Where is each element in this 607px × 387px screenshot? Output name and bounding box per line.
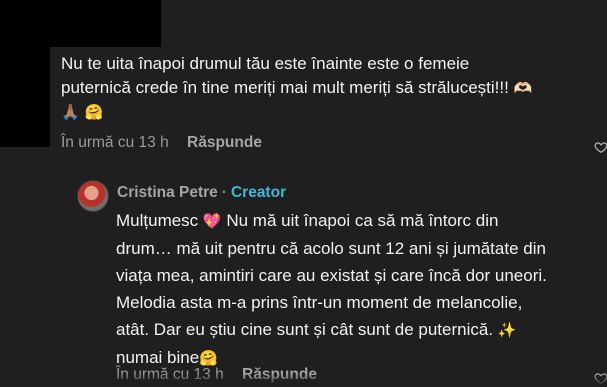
comment-reply-button[interactable]: Răspunde (187, 134, 262, 151)
comment-text: Nu te uita înapoi drumul tău este înaint… (61, 52, 541, 124)
comment-timestamp: În urmă cu 13 h (61, 134, 169, 151)
reply-body-part3: numai bine (116, 348, 200, 367)
avatar[interactable] (77, 180, 109, 212)
heart-emoji: 💖 (202, 212, 222, 230)
comment-meta: În urmă cu 13 h Răspunde (61, 134, 262, 152)
bottom-fade (0, 373, 607, 387)
comment-body: Nu te uita înapoi drumul tău este înaint… (61, 54, 509, 97)
redacted-avatar-area (0, 47, 50, 147)
reply-author-line: Cristina Petre · Creator (117, 184, 286, 202)
reply-text: Mulțumesc 💖 Nu mă uit înapoi ca să mă în… (116, 207, 556, 372)
heart-outline-icon[interactable] (594, 140, 607, 154)
redacted-area (0, 0, 161, 47)
hug-emoji: 🤗 (199, 349, 218, 367)
separator-dot: · (221, 184, 227, 201)
reply-body-part1: Mulțumesc (116, 211, 203, 230)
sparkles-emoji: ✨ (497, 321, 517, 339)
creator-badge: Creator (230, 184, 287, 201)
reply-body-part2: Nu mă uit înapoi ca să mă întorc din dru… (116, 211, 547, 339)
author-name[interactable]: Cristina Petre (117, 184, 218, 201)
